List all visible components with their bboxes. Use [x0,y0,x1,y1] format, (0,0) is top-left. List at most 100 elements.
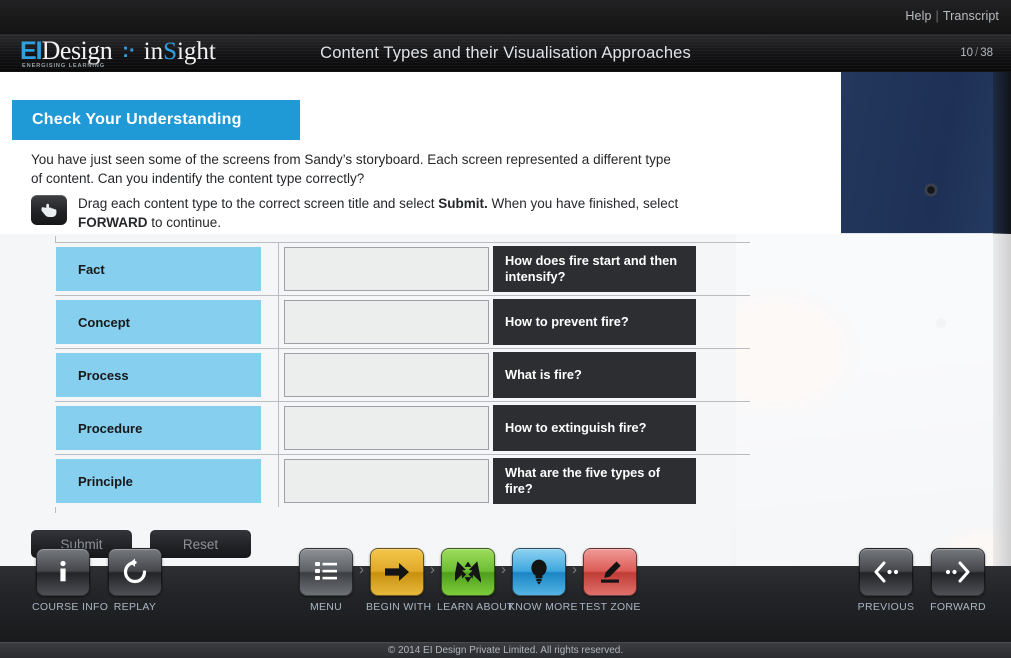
screen-title-box: How to prevent fire? [493,299,696,345]
course-info-button-face [36,548,90,596]
drop-zone[interactable] [283,406,489,450]
toolbar-label: KNOW MORE [508,601,578,613]
drop-zone[interactable] [283,459,489,503]
drop-zone[interactable] [283,247,489,291]
screen-title-box: What are the five types of fire? [493,458,696,504]
toolbar-chevron-separator: › [359,561,364,578]
screen-title-label: How to extinguish fire? [505,420,647,435]
drag-text-part2: When you have finished, select [487,196,679,211]
logo-separator-dots: :· [122,40,136,62]
screen-title-label: What are the five types of fire? [505,465,661,496]
logo-insight-s: S [163,38,177,65]
previous-icon [874,561,899,583]
toolbar-label: BEGIN WITH [366,601,432,613]
previous-button-face [859,548,913,596]
replay-icon [123,558,147,584]
learn-about-button-face [441,548,495,596]
drag-cell: Concept [55,296,279,348]
title-cell: How to prevent fire? [493,296,750,348]
toolbar-button-learn-about[interactable]: LEARN ABOUT [437,548,514,613]
screen-title-box: What is fire? [493,352,696,398]
drag-tile-principle[interactable]: Principle [56,459,261,503]
drop-zone[interactable] [283,353,489,397]
drag-cell: Fact [55,243,279,295]
pointing-hand-icon [31,195,67,225]
drop-cell [279,296,493,348]
logo-insight-in: in [143,38,164,65]
drag-cell: Process [55,349,279,401]
drag-tile-label: Principle [78,473,133,489]
toolbar-label: REPLAY [113,601,157,613]
drop-cell [279,243,493,295]
toolbar-label: COURSE INFO [32,601,109,613]
toolbar-button-begin-with[interactable]: BEGIN WITH [366,548,432,613]
toolbar-button-course-info[interactable]: COURSE INFO [32,548,109,613]
forward-button-face [931,548,985,596]
drag-tile-fact[interactable]: Fact [56,247,261,291]
screen-title-box: How to extinguish fire? [493,405,696,451]
help-link[interactable]: Help [905,9,931,23]
toolbar-label: TEST ZONE [579,601,641,613]
toolbar-chevron-separator: › [430,561,435,578]
toolbar-button-forward[interactable]: FORWARD [927,548,989,613]
drag-cell: Procedure [55,402,279,454]
table-row: Principle What are the five types of fir… [55,454,750,507]
table-row: Concept How to prevent fire? [55,295,750,348]
drag-cell: Principle [55,455,279,507]
screen-title-label: How does fire start and then intensify? [505,253,678,284]
toolbar-chevron-separator: › [572,561,577,578]
page-current: 10 [960,47,973,59]
toolbar-left-group: COURSE INFO REPLAY [32,548,166,613]
toolbar-button-previous[interactable]: PREVIOUS [855,548,917,613]
drag-text-forward: FORWARD [78,215,148,230]
test-zone-button-face [583,548,637,596]
page-total: 38 [980,47,993,59]
player-toolbar: COURSE INFO REPLAY MENU › BEGIN WITH › L… [0,548,1011,642]
title-cell: How does fire start and then intensify? [493,243,750,295]
drop-cell [279,402,493,454]
link-separator: | [935,9,939,23]
footer-copyright: © 2014 EI Design Private Limited. All ri… [0,642,1011,658]
toolbar-label: LEARN ABOUT [437,601,514,613]
replay-button-face [108,548,162,596]
toolbar-label: MENU [309,601,343,613]
course-header: EIDesign:· inSight ENERGISING LEARNING Co… [0,34,1011,73]
transcript-link[interactable]: Transcript [943,9,999,23]
toolbar-button-menu[interactable]: MENU [295,548,357,613]
slide-stage: Check Your Understanding You have just s… [0,72,1011,566]
intro-paragraph: You have just seen some of the screens f… [31,152,671,186]
toolbar-center-group: MENU › BEGIN WITH › LEARN ABOUT › KNOW M… [295,548,641,613]
matching-activity: Fact How does fire start and then intens… [55,236,750,513]
brand-logo[interactable]: EIDesign:· inSight ENERGISING LEARNING [20,38,216,69]
logo-insight-ight: ight [176,38,216,65]
banner-label: Check Your Understanding [32,111,242,128]
converge-arrows-icon [455,561,481,583]
table-row: Procedure How to extinguish fire? [55,401,750,454]
toolbar-button-replay[interactable]: REPLAY [104,548,166,613]
drag-tile-label: Concept [78,314,130,330]
drag-tile-concept[interactable]: Concept [56,300,261,344]
drop-cell [279,349,493,401]
forward-icon [945,561,970,583]
page-slash: / [975,47,979,59]
logo-insight-text: inSight [144,38,216,65]
drag-tile-label: Fact [78,261,105,277]
drag-tile-label: Process [78,367,129,383]
toolbar-button-know-more[interactable]: KNOW MORE [508,548,578,613]
page-counter: 10/38 [960,34,993,72]
drag-text-submit: Submit. [438,196,488,211]
drag-tile-procedure[interactable]: Procedure [56,406,261,450]
drag-text-part1: Drag each content type to the correct sc… [78,196,439,211]
toolbar-button-test-zone[interactable]: TEST ZONE [579,548,641,613]
course-player: Help | Transcript EIDesign:· inSight ENERGI… [0,0,1011,658]
toolbar-right-group: PREVIOUS FORWARD [855,548,989,613]
table-row: Process What is fire? [55,348,750,401]
toolbar-chevron-separator: › [501,561,506,578]
title-cell: What is fire? [493,349,750,401]
info-icon [60,560,66,582]
check-understanding-banner: Check Your Understanding [12,100,300,140]
drop-cell [279,455,493,507]
drag-tile-process[interactable]: Process [56,353,261,397]
lightbulb-icon [531,559,547,585]
drop-zone[interactable] [283,300,489,344]
